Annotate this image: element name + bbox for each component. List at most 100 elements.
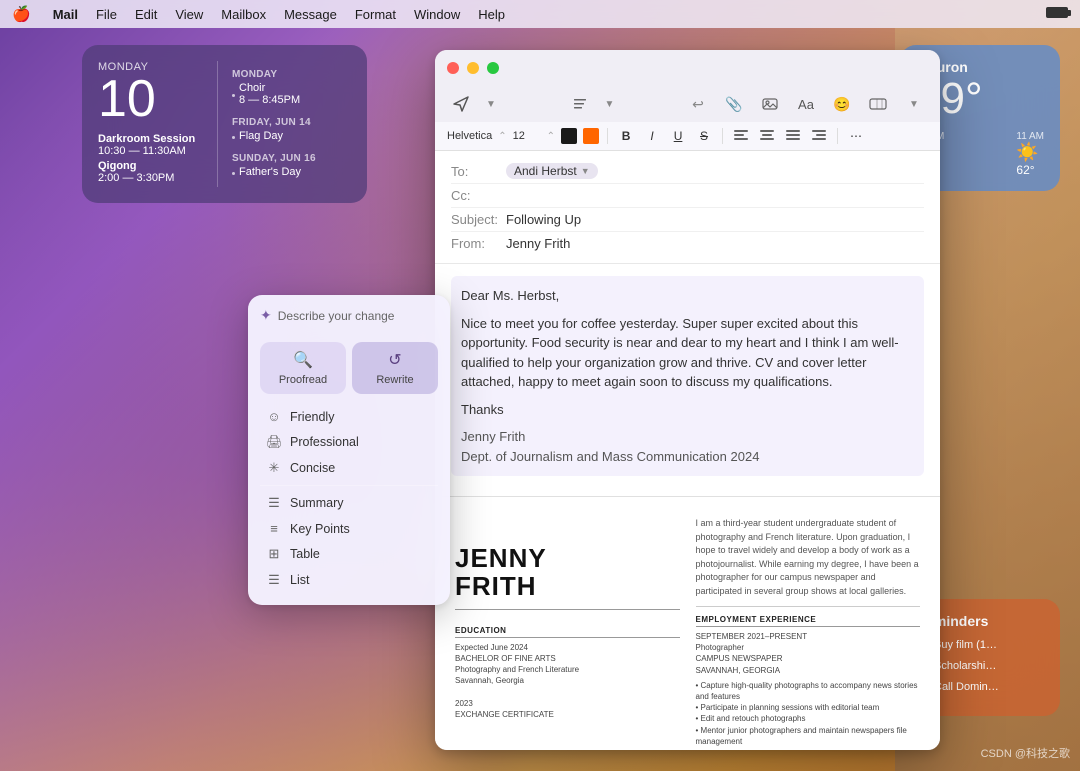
mail-compose-area[interactable]: To: Andi Herbst ▼ Cc: Subject: Following…	[435, 151, 940, 750]
resume-employment-bullets: • Capture high-quality photographs to ac…	[696, 680, 921, 747]
mail-body-highlighted-block: Dear Ms. Herbst, Nice to meet you for co…	[451, 276, 924, 476]
signature-dept: Dept. of Journalism and Mass Communicati…	[461, 447, 914, 467]
apple-logo-icon[interactable]: 🍎	[12, 5, 31, 23]
more-button[interactable]	[864, 90, 892, 118]
resume-education-title: EDUCATION	[455, 626, 680, 638]
list-format-button[interactable]	[783, 126, 803, 146]
more-dropdown-button[interactable]: ▼	[900, 90, 928, 118]
font-selector[interactable]: Helvetica	[447, 130, 492, 142]
rewrite-label: Rewrite	[376, 374, 413, 386]
resume-name: JENNY FRITH	[455, 544, 680, 601]
cal-choir-label: MONDAY	[232, 69, 351, 80]
mail-toolbar: ▼ ▼ ↩ 📎 Aa 😊	[435, 86, 940, 122]
reminder-text-2: Scholarshi…	[934, 660, 996, 672]
attachment-button[interactable]: 📎	[720, 90, 748, 118]
proofread-icon: 🔍	[293, 350, 313, 370]
indent-button[interactable]	[809, 126, 829, 146]
font-size-selector[interactable]: 12	[513, 130, 541, 142]
calendar-event-1-time: 10:30 — 11:30AM	[98, 145, 217, 157]
proofread-button[interactable]: 🔍 Proofread	[260, 342, 346, 394]
proofread-label: Proofread	[279, 374, 327, 386]
highlight-color-swatch[interactable]	[583, 128, 599, 144]
rewrite-button[interactable]: ↺ Rewrite	[352, 342, 438, 394]
mail-subject-label: Subject:	[451, 212, 506, 227]
cal-friday-label: FRIDAY, JUN 14	[232, 117, 351, 128]
resume-education-content: Expected June 2024 BACHELOR OF FINE ARTS…	[455, 642, 680, 720]
weather-sun-icon-2: ☀️	[1016, 142, 1044, 163]
mail-from-row: From: Jenny Frith	[451, 232, 924, 255]
mail-to-label: To:	[451, 164, 506, 179]
menu-app-name[interactable]: Mail	[53, 7, 78, 22]
menu-bar-right	[1046, 7, 1068, 21]
send-dropdown-button[interactable]: ▼	[477, 90, 505, 118]
wt-menu-keypoints[interactable]: ≡ Key Points	[260, 516, 438, 541]
menu-item-view[interactable]: View	[175, 7, 203, 22]
menu-item-format[interactable]: Format	[355, 7, 396, 22]
mail-subject-row: Subject: Following Up	[451, 208, 924, 232]
mail-body-paragraph: Nice to meet you for coffee yesterday. S…	[461, 314, 914, 392]
mail-signature: Jenny Frith Dept. of Journalism and Mass…	[461, 427, 914, 466]
mail-to-value: Andi Herbst	[514, 164, 577, 178]
wt-menu-keypoints-label: Key Points	[290, 522, 350, 536]
menu-item-file[interactable]: File	[96, 7, 117, 22]
menu-item-help[interactable]: Help	[478, 7, 505, 22]
wt-menu-professional[interactable]: 🖨 Professional	[260, 429, 438, 455]
battery-icon	[1046, 7, 1068, 21]
wt-menu-concise-label: Concise	[290, 461, 335, 475]
writing-tools-popup: ✦ Describe your change 🔍 Proofread ↺ Rew…	[248, 295, 450, 605]
wt-menu-friendly-label: Friendly	[290, 410, 334, 424]
resume-bio: I am a third-year student undergraduate …	[696, 517, 921, 598]
wt-menu-friendly[interactable]: ☺ Friendly	[260, 404, 438, 429]
more-format-button[interactable]: ⋯	[846, 126, 866, 146]
writing-tools-header: ✦ Describe your change	[260, 307, 438, 332]
reminder-text-3: Call Domin…	[934, 681, 999, 693]
menu-item-window[interactable]: Window	[414, 7, 460, 22]
align-left-button[interactable]	[731, 126, 751, 146]
compose-dropdown-button[interactable]: ▼	[596, 90, 624, 118]
send-button[interactable]	[447, 90, 475, 118]
strikethrough-button[interactable]: S	[694, 126, 714, 146]
photo-button[interactable]	[756, 90, 784, 118]
format-text-button[interactable]: Aa	[792, 90, 820, 118]
mail-body-area[interactable]: Dear Ms. Herbst, Nice to meet you for co…	[435, 264, 940, 496]
close-button[interactable]	[447, 62, 459, 74]
italic-button[interactable]: I	[642, 126, 662, 146]
weather-time-2: 11 AM	[1016, 131, 1044, 142]
watermark: CSDN @科技之歌	[981, 745, 1070, 761]
writing-tools-placeholder[interactable]: Describe your change	[278, 309, 395, 323]
align-center-button[interactable]	[757, 126, 777, 146]
compose-icon[interactable]	[566, 90, 594, 118]
fullscreen-button[interactable]	[487, 62, 499, 74]
resume-right-column: I am a third-year student undergraduate …	[696, 517, 921, 747]
mail-subject-value[interactable]: Following Up	[506, 212, 581, 227]
wt-menu-summary[interactable]: ☰ Summary	[260, 490, 438, 516]
text-color-swatch[interactable]	[561, 128, 577, 144]
wt-menu-table-label: Table	[290, 547, 320, 561]
mail-window: ▼ ▼ ↩ 📎 Aa 😊	[435, 50, 940, 750]
format-toolbar-group: ▼	[566, 90, 624, 118]
emoji-button[interactable]: 😊	[828, 90, 856, 118]
undo-button[interactable]: ↩	[684, 90, 712, 118]
menu-item-message[interactable]: Message	[284, 7, 337, 22]
wt-menu-table[interactable]: ⊞ Table	[260, 541, 438, 567]
writing-tools-buttons: 🔍 Proofread ↺ Rewrite	[260, 342, 438, 394]
cal-flagday-event: Flag Day	[239, 130, 283, 142]
summary-icon: ☰	[266, 495, 282, 511]
minimize-button[interactable]	[467, 62, 479, 74]
wt-menu-list-label: List	[290, 573, 309, 587]
bold-button[interactable]: B	[616, 126, 636, 146]
professional-icon: 🖨	[266, 434, 282, 450]
calendar-event-1-title: Darkroom Session	[98, 133, 217, 145]
menu-item-edit[interactable]: Edit	[135, 7, 157, 22]
resume-employment-title: EMPLOYMENT EXPERIENCE	[696, 615, 921, 627]
wt-menu-concise[interactable]: ✳ Concise	[260, 455, 438, 481]
resume-name-block: JENNY FRITH EDUCATION Expected June 2024…	[455, 517, 680, 747]
wt-menu-list[interactable]: ☰ List	[260, 567, 438, 593]
underline-button[interactable]: U	[668, 126, 688, 146]
resume-employment-content: SEPTEMBER 2021–PRESENT Photographer CAMP…	[696, 631, 921, 676]
menu-item-mailbox[interactable]: Mailbox	[221, 7, 266, 22]
sparkle-icon: ✦	[260, 307, 272, 324]
mail-titlebar	[435, 50, 940, 86]
calendar-event-2-title: Qigong	[98, 160, 217, 172]
mail-to-recipient[interactable]: Andi Herbst ▼	[506, 163, 598, 179]
